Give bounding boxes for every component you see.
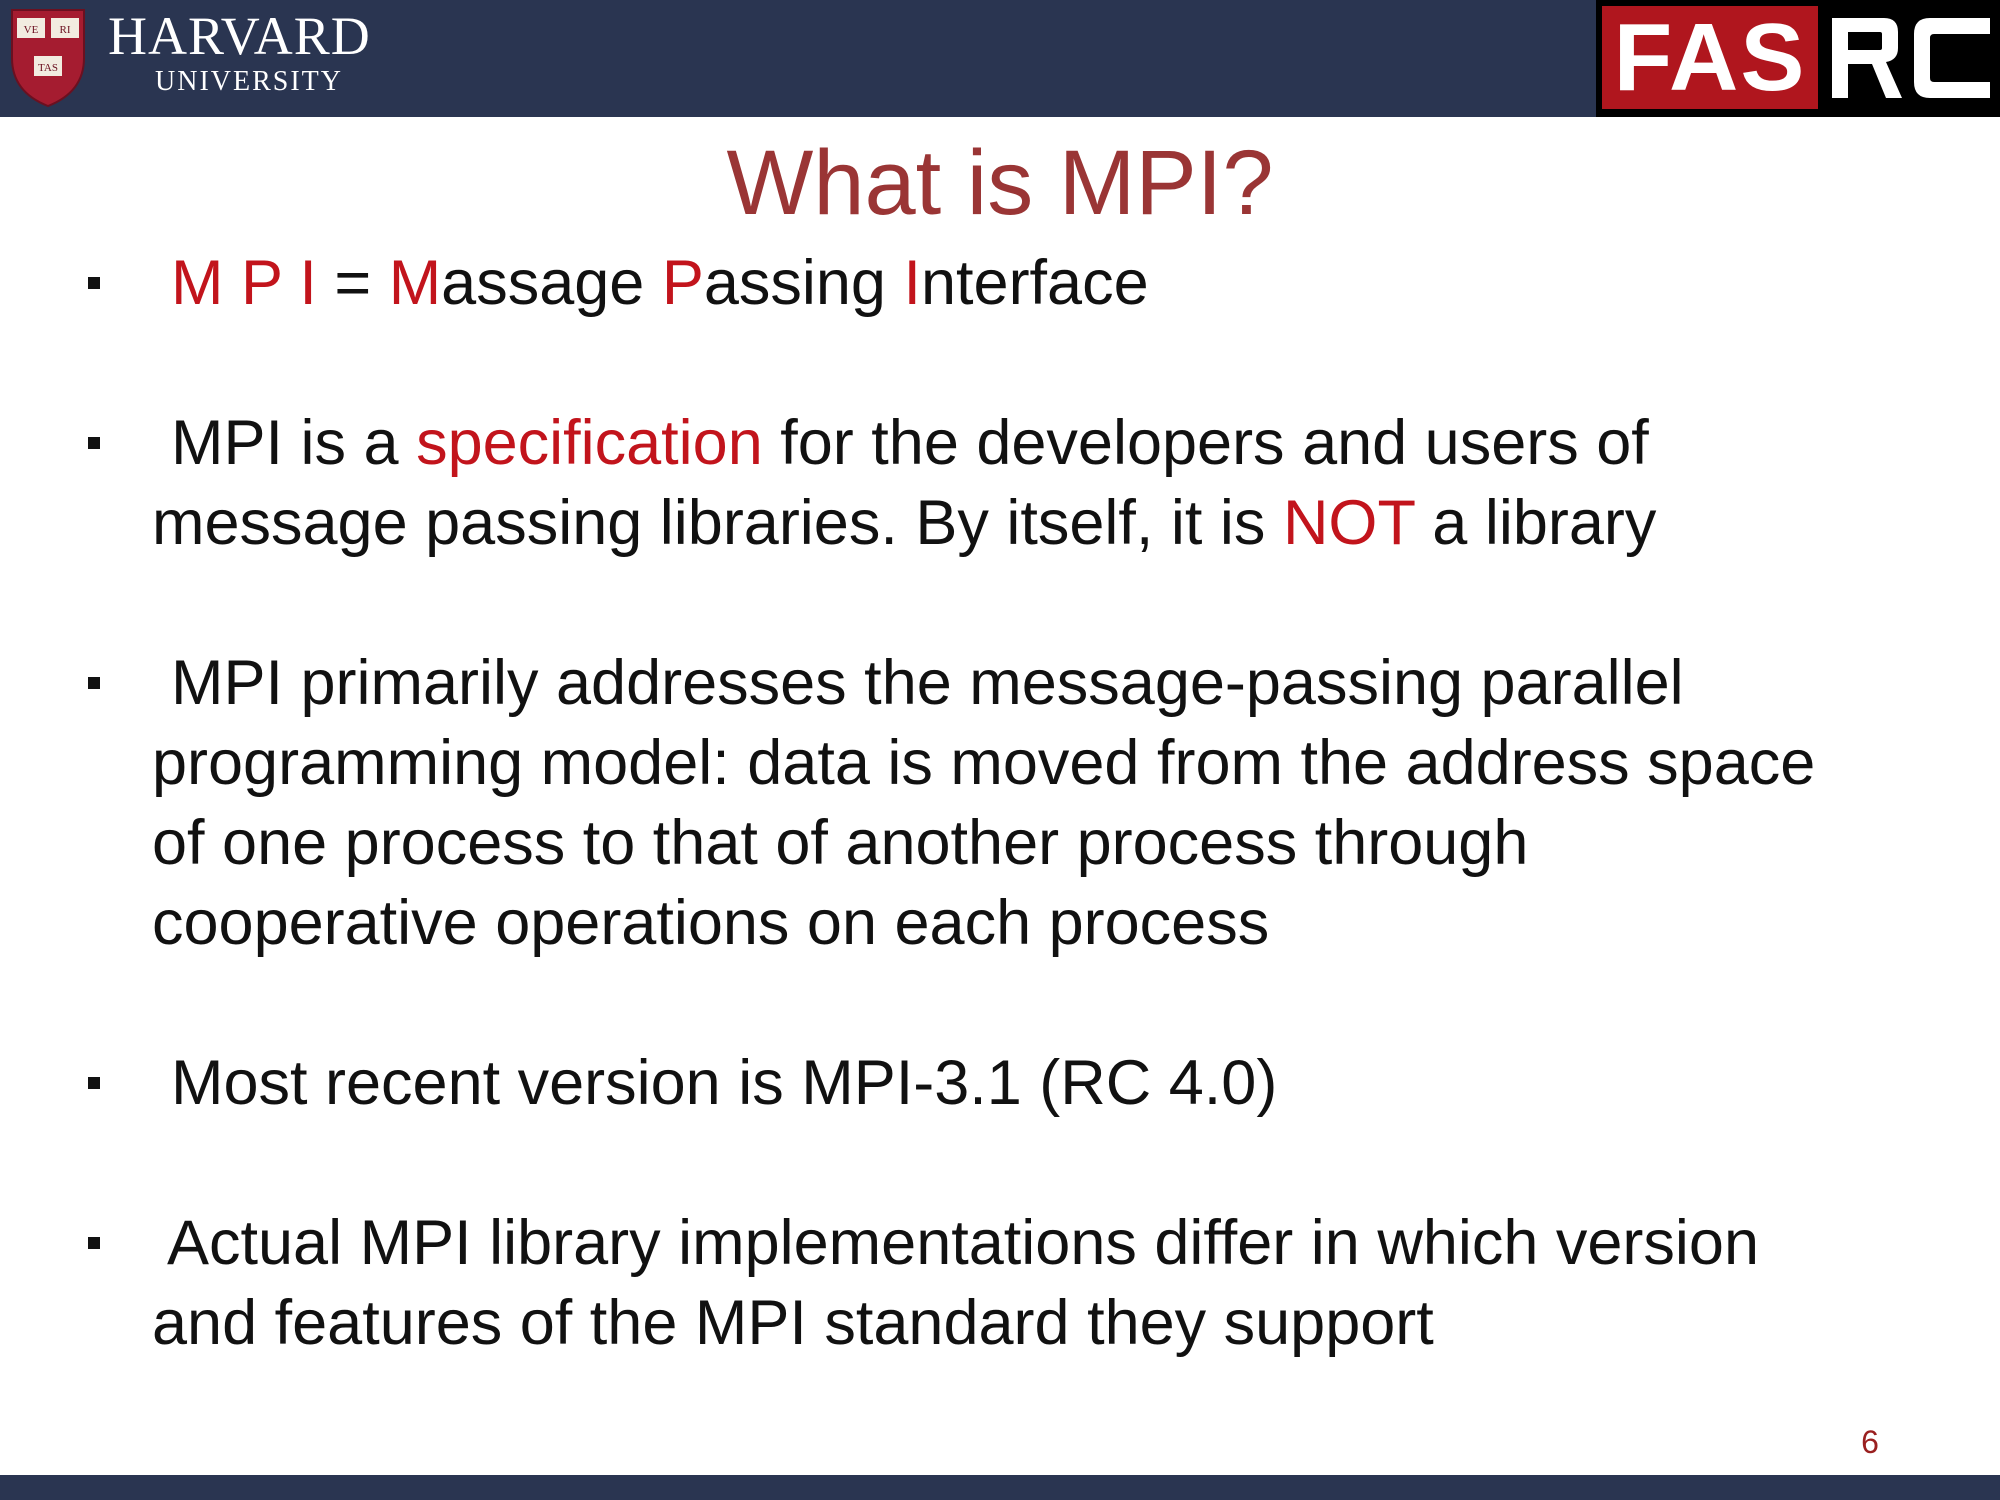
- bullet-list: M P I = Massage Passing Interface MPI is…: [0, 0, 2000, 1500]
- bullet-3-line-4: cooperative operations on each process: [152, 888, 1270, 958]
- footer-bar: [0, 1475, 2000, 1500]
- bullet-5-line-2: and features of the MPI standard they su…: [152, 1288, 1434, 1358]
- bullet-1-text: M P I = Massage Passing Interface: [171, 248, 1149, 318]
- bullet-2-line-1: MPI is a specification for the developer…: [171, 408, 1649, 478]
- bullet-marker: [88, 1077, 100, 1089]
- bullet-2-line-2: message passing libraries. By itself, it…: [152, 488, 1657, 558]
- bullet-marker: [88, 677, 100, 689]
- bullet-marker: [88, 1237, 100, 1249]
- bullet-3-line-1: MPI primarily addresses the message-pass…: [171, 648, 1684, 718]
- bullet-4-line-1: Most recent version is MPI-3.1 (RC 4.0): [171, 1048, 1278, 1118]
- page-number: 6: [1861, 1424, 1879, 1460]
- bullet-3-line-2: programming model: data is moved from th…: [152, 728, 1816, 798]
- bullet-marker: [88, 277, 100, 289]
- bullet-3-line-3: of one process to that of another proces…: [152, 808, 1529, 878]
- bullet-5-line-1: Actual MPI library implementations diffe…: [167, 1208, 1759, 1278]
- bullet-marker: [88, 437, 100, 449]
